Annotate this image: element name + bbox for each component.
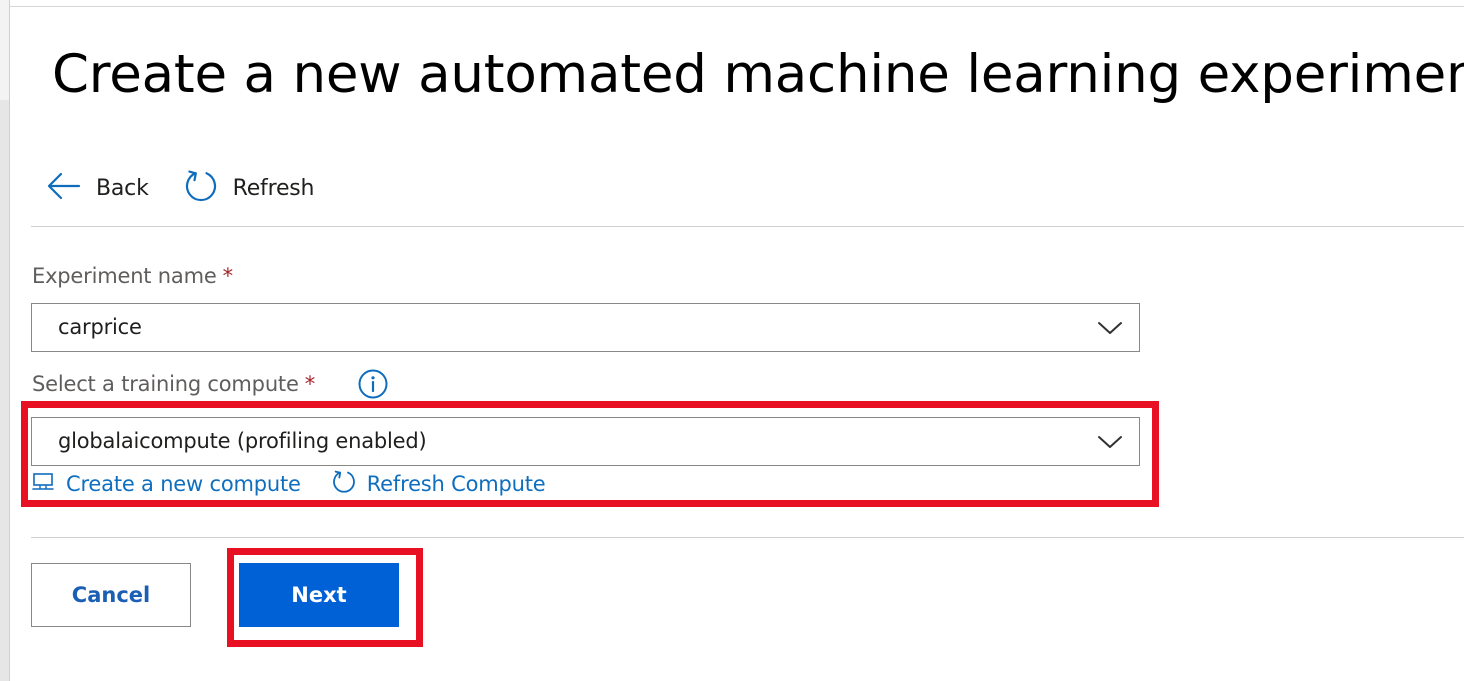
create-compute-label: Create a new compute [66, 472, 301, 496]
refresh-icon [331, 469, 357, 500]
experiment-name-dropdown[interactable]: carprice [31, 303, 1140, 352]
chevron-down-icon [1097, 317, 1123, 339]
left-window-edge [0, 0, 10, 681]
required-mark: * [304, 372, 316, 396]
training-compute-dropdown[interactable]: globalaicompute (profiling enabled) [31, 417, 1140, 466]
training-compute-label-text: Select a training compute [32, 372, 299, 396]
experiment-name-label: Experiment name * [32, 264, 233, 288]
training-compute-label: Select a training compute * [32, 372, 315, 396]
info-icon[interactable] [358, 369, 388, 399]
required-mark: * [222, 264, 234, 288]
refresh-label: Refresh [232, 175, 315, 201]
experiment-name-label-text: Experiment name [32, 264, 217, 288]
arrow-left-icon [46, 170, 82, 207]
footer-divider [31, 537, 1464, 538]
next-button[interactable]: Next [239, 563, 399, 627]
page-title: Create a new automated machine learning … [52, 44, 1464, 105]
cancel-button[interactable]: Cancel [31, 563, 191, 627]
refresh-compute-link[interactable]: Refresh Compute [331, 469, 546, 500]
experiment-name-value: carprice [58, 315, 142, 339]
left-edge-rule [9, 0, 10, 681]
command-bar-divider [31, 226, 1464, 227]
command-bar: Back Refresh [46, 168, 315, 208]
refresh-button[interactable]: Refresh [183, 168, 315, 208]
create-compute-link[interactable]: Create a new compute [32, 472, 301, 497]
refresh-compute-label: Refresh Compute [366, 472, 546, 496]
back-label: Back [96, 175, 149, 201]
refresh-icon [183, 168, 219, 209]
back-button[interactable]: Back [46, 168, 149, 208]
monitor-icon [32, 472, 54, 497]
app-window: Create a new automated machine learning … [0, 0, 1464, 681]
chevron-down-icon [1097, 431, 1123, 453]
compute-actions: Create a new compute Refresh Compute [32, 468, 546, 500]
top-divider [10, 6, 1464, 7]
training-compute-value: globalaicompute (profiling enabled) [58, 429, 427, 453]
